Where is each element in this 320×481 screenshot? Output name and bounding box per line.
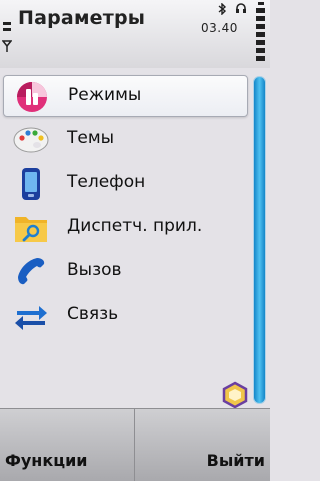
list-item-phone[interactable]: Телефон [3,163,248,205]
list-item-call[interactable]: Вызов [3,251,248,293]
list-item-label: Темы [67,128,115,148]
list-item-profiles[interactable]: Режимы [3,75,248,117]
list-item-connectivity[interactable]: Связь [3,295,248,337]
phone-device-icon [22,168,40,200]
bluetooth-icon [218,3,227,15]
palette-icon [13,127,49,153]
signal-strength-icon [3,22,11,34]
settings-list: Режимы Темы Телефон Диспетч. прил. Вызов… [0,68,252,408]
list-item-label: Режимы [68,85,142,105]
battery-icon [256,2,266,64]
profiles-icon [17,82,47,112]
exit-softkey[interactable]: Выйти [207,451,265,470]
status-bar: Параметры 03.40 [0,0,270,68]
softkey-bar: Функции Выйти [0,408,270,481]
clock: 03.40 [201,21,238,35]
list-item-label: Телефон [67,172,146,192]
list-item-label: Диспетч. прил. [67,216,203,236]
watermark-logo [222,381,248,409]
antenna-icon [2,40,12,52]
page-title: Параметры [18,7,146,29]
list-item-themes[interactable]: Темы [3,119,248,161]
scrollbar-thumb[interactable] [254,77,265,403]
list-item-label: Связь [67,304,119,324]
headset-icon [236,3,246,13]
list-item-label: Вызов [67,260,122,280]
list-item-app-manager[interactable]: Диспетч. прил. [3,207,248,249]
softkey-divider [134,409,135,481]
options-softkey[interactable]: Функции [5,451,88,470]
connectivity-arrows-icon [15,306,47,330]
app-manager-folder-icon [15,217,47,242]
call-handset-icon [18,258,45,285]
